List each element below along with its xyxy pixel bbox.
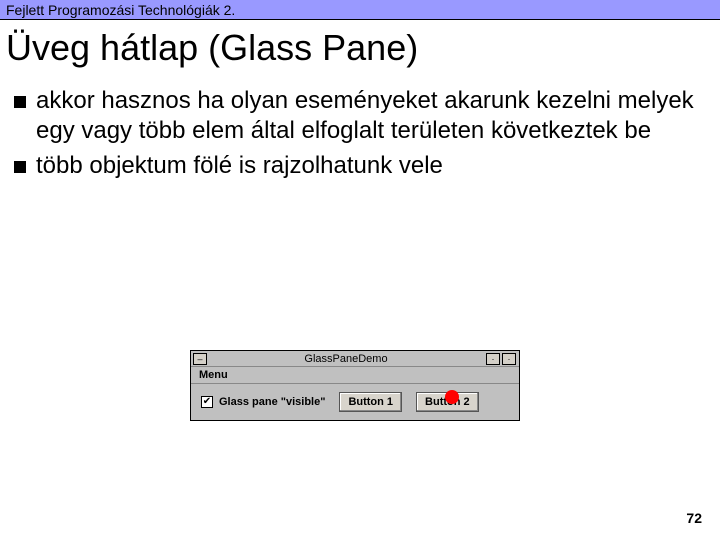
bullet-marker-icon — [14, 161, 26, 173]
window-title: GlassPaneDemo — [207, 353, 485, 365]
maximize-button[interactable]: · — [486, 353, 500, 365]
app-window: – GlassPaneDemo · · Menu ✔ — [190, 350, 520, 421]
checkbox-label: Glass pane "visible" — [219, 396, 325, 408]
slide: Fejlett Programozási Technológiák 2. Üve… — [0, 0, 720, 540]
close-button[interactable]: · — [502, 353, 516, 365]
minimize-button[interactable]: – — [193, 353, 207, 365]
window-titlebar: – GlassPaneDemo · · — [191, 351, 519, 367]
bullet-text: több objektum fölé is rajzolhatunk vele — [36, 151, 708, 182]
bullet-item: több objektum fölé is rajzolhatunk vele — [14, 151, 708, 182]
bullet-item: akkor hasznos ha olyan eseményeket akaru… — [14, 86, 708, 147]
titlebar-right-buttons: · · — [485, 352, 517, 366]
course-name: Fejlett Programozási Technológiák 2. — [6, 2, 235, 18]
slide-title: Üveg hátlap (Glass Pane) — [6, 28, 720, 68]
bullet-list: akkor hasznos ha olyan eseményeket akaru… — [14, 86, 708, 182]
checkbox-group[interactable]: ✔ Glass pane "visible" — [201, 396, 325, 408]
minimize-icon: – — [197, 354, 202, 364]
menu-bar: Menu — [191, 367, 519, 384]
checkbox[interactable]: ✔ — [201, 396, 213, 408]
close-icon: · — [508, 354, 511, 364]
window-body: ✔ Glass pane "visible" Button 1 Button 2 — [191, 384, 519, 420]
demo-screenshot: – GlassPaneDemo · · Menu ✔ — [190, 350, 520, 421]
slide-header: Fejlett Programozási Technológiák 2. — [0, 0, 720, 20]
glass-pane-dot-icon — [445, 390, 459, 404]
button-1[interactable]: Button 1 — [339, 392, 402, 412]
bullet-text: akkor hasznos ha olyan eseményeket akaru… — [36, 86, 708, 147]
bullet-marker-icon — [14, 96, 26, 108]
check-icon: ✔ — [203, 397, 211, 407]
menu-item[interactable]: Menu — [199, 369, 228, 381]
page-number: 72 — [686, 510, 702, 526]
maximize-icon: · — [492, 354, 495, 364]
